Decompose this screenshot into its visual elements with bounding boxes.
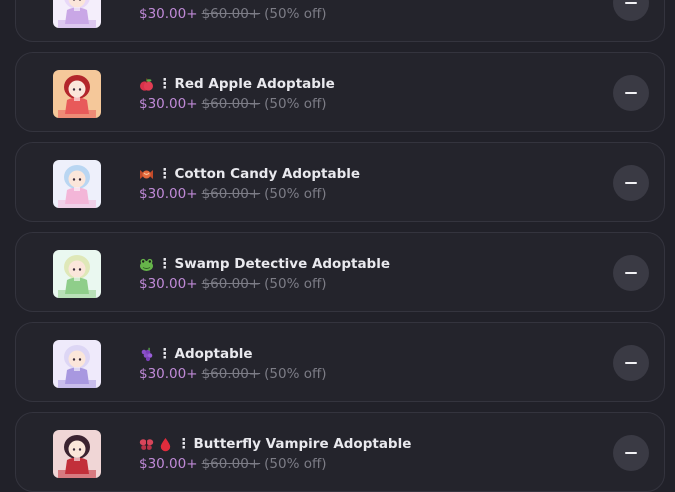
discount-label: (50% off) [264, 6, 327, 22]
discount-label: (50% off) [264, 456, 327, 472]
product-title-text: Swamp Detective Adoptable [174, 256, 391, 272]
product-thumbnail[interactable] [53, 340, 101, 388]
cart-item: ⋮ Red Apple Adoptable $30.00+ $60.00+ (50% o… [15, 52, 665, 132]
remove-item-button[interactable] [613, 435, 649, 471]
cart-item: ⋮ Swamp Detective Adoptable $30.00+ $60.00+… [15, 232, 665, 312]
original-price: $60.00+ [201, 6, 261, 22]
sale-price: $30.00+ [139, 186, 198, 202]
discount-label: (50% off) [264, 186, 327, 202]
remove-item-button[interactable] [613, 0, 649, 21]
original-price: $60.00+ [201, 456, 261, 472]
product-thumbnail[interactable] [53, 250, 101, 298]
frog-icon [139, 257, 154, 272]
remove-item-button[interactable] [613, 345, 649, 381]
apple-icon [139, 77, 154, 92]
product-title[interactable]: ⋮ Red Apple Adoptable [139, 76, 335, 92]
title-separator: ⋮ [158, 346, 172, 362]
product-title-text: Cotton Candy Adoptable [174, 166, 361, 182]
product-title-text: Adoptable [174, 346, 253, 362]
product-title-text: Red Apple Adoptable [174, 76, 335, 92]
sale-price: $30.00+ [139, 276, 198, 292]
product-title[interactable]: ⋮ Butterfly Vampire Adoptable [139, 436, 411, 452]
grapes-icon [139, 347, 154, 362]
cart-item: ⋮ Cotton Candy Adoptable $30.00+ $60.00+ (50… [15, 142, 665, 222]
price-row: $30.00+ $60.00+ (50% off) [139, 366, 327, 382]
sale-price: $30.00+ [139, 6, 198, 22]
product-thumbnail[interactable] [53, 70, 101, 118]
price-row: $30.00+ $60.00+ (50% off) [139, 186, 327, 202]
cart-item: ⋮ Adoptable $30.00+ $60.00+ (50% off) [15, 322, 665, 402]
price-row: $30.00+ $60.00+ (50% off) [139, 6, 327, 22]
sale-price: $30.00+ [139, 366, 198, 382]
original-price: $60.00+ [201, 186, 261, 202]
remove-item-button[interactable] [613, 165, 649, 201]
candy-icon [139, 167, 154, 182]
blood-drop-icon [158, 437, 173, 452]
remove-item-button[interactable] [613, 75, 649, 111]
cart-item: ⋮ Butterfly Vampire Adoptable $30.00+ $60.0… [15, 412, 665, 492]
butterfly-icon [139, 437, 154, 452]
discount-label: (50% off) [264, 96, 327, 112]
price-row: $30.00+ $60.00+ (50% off) [139, 276, 327, 292]
product-thumbnail[interactable] [53, 160, 101, 208]
discount-label: (50% off) [264, 366, 327, 382]
title-separator: ⋮ [158, 256, 172, 272]
product-title[interactable]: ⋮ Cotton Candy Adoptable [139, 166, 360, 182]
sale-price: $30.00+ [139, 456, 198, 472]
price-row: $30.00+ $60.00+ (50% off) [139, 96, 327, 112]
product-title[interactable]: ⋮ Adoptable [139, 346, 253, 362]
discount-label: (50% off) [264, 276, 327, 292]
original-price: $60.00+ [201, 276, 261, 292]
sale-price: $30.00+ [139, 96, 198, 112]
remove-item-button[interactable] [613, 255, 649, 291]
original-price: $60.00+ [201, 366, 261, 382]
title-separator: ⋮ [158, 166, 172, 182]
product-title-text: Butterfly Vampire Adoptable [193, 436, 412, 452]
cart-item: $30.00+ $60.00+ (50% off) [15, 0, 665, 42]
price-row: $30.00+ $60.00+ (50% off) [139, 456, 327, 472]
product-thumbnail[interactable] [53, 0, 101, 28]
title-separator: ⋮ [158, 76, 172, 92]
product-title[interactable]: ⋮ Swamp Detective Adoptable [139, 256, 390, 272]
product-thumbnail[interactable] [53, 430, 101, 478]
original-price: $60.00+ [201, 96, 261, 112]
title-separator: ⋮ [177, 436, 191, 452]
